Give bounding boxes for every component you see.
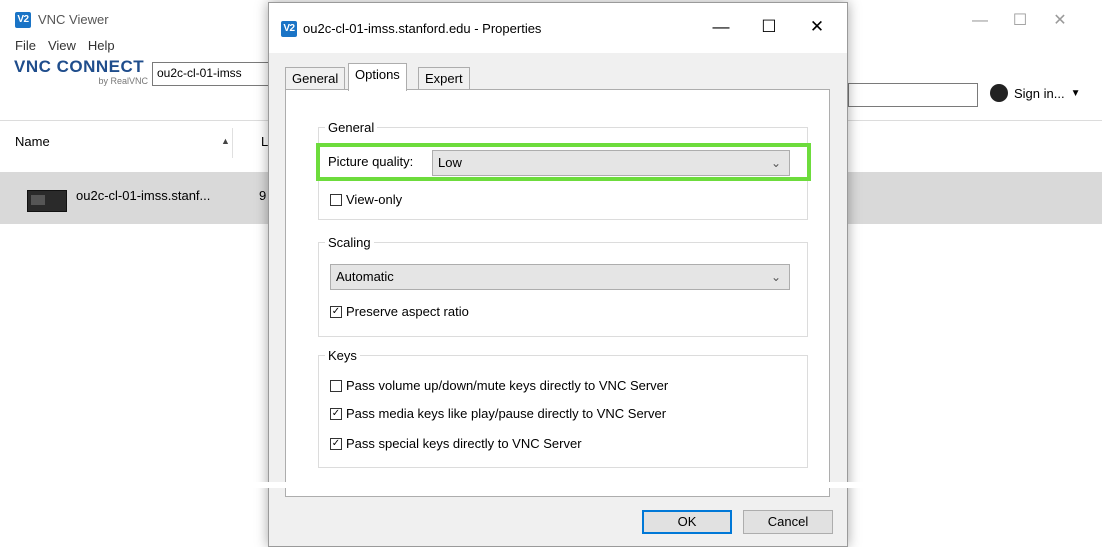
brand-name: VNC CONNECT: [14, 57, 145, 76]
main-close-button[interactable]: ✕: [1040, 10, 1080, 30]
menu-help[interactable]: Help: [88, 38, 115, 53]
connection-thumbnail-icon: [27, 190, 67, 212]
menu-bar: File View Help: [15, 38, 127, 53]
preserve-aspect-label: Preserve aspect ratio: [346, 304, 469, 319]
picture-quality-highlight: [316, 143, 811, 181]
sort-ascending-icon: ▲: [221, 136, 230, 146]
keys-option-media[interactable]: ✓ Pass media keys like play/pause direct…: [330, 406, 666, 421]
view-only-label: View-only: [346, 192, 403, 207]
menu-file[interactable]: File: [15, 38, 36, 53]
connection-extra-value: 9: [259, 188, 267, 203]
column-header-name[interactable]: Name: [15, 134, 50, 149]
chevron-down-icon: ⌄: [770, 270, 781, 284]
dialog-minimize-button[interactable]: —: [697, 17, 745, 37]
keys-option-special[interactable]: ✓ Pass special keys directly to VNC Serv…: [330, 436, 582, 451]
ok-button[interactable]: OK: [642, 510, 732, 534]
main-window-controls: — ☐ ✕: [960, 10, 1080, 30]
preserve-aspect-checkbox[interactable]: ✓ Preserve aspect ratio: [330, 304, 469, 319]
keys-group-legend: Keys: [328, 348, 357, 363]
sign-in-label: Sign in...: [1014, 85, 1065, 101]
vnc-viewer-logo-icon: V2: [15, 12, 31, 28]
cancel-button[interactable]: Cancel: [743, 510, 833, 534]
tab-general[interactable]: General: [285, 67, 346, 90]
keys-option-special-box[interactable]: ✓: [330, 437, 342, 450]
view-only-checkbox[interactable]: View-only: [330, 192, 402, 207]
keys-option-media-label: Pass media keys like play/pause directly…: [346, 406, 667, 421]
keys-option-volume-box[interactable]: [330, 379, 342, 392]
main-minimize-button[interactable]: —: [960, 12, 1000, 30]
screenshot-crop-strip: [0, 482, 890, 488]
keys-option-volume-label: Pass volume up/down/mute keys directly t…: [346, 378, 669, 393]
keys-option-special-label: Pass special keys directly to VNC Server: [346, 436, 582, 451]
connection-name: ou2c-cl-01-imss.stanf...: [76, 188, 211, 203]
general-group-legend: General: [328, 120, 375, 135]
scaling-group-legend: Scaling: [328, 235, 371, 250]
brand-subtitle: by RealVNC: [98, 76, 148, 86]
main-maximize-button[interactable]: ☐: [1000, 10, 1040, 30]
address-input-right-part[interactable]: [848, 83, 978, 107]
view-only-checkbox-box[interactable]: [330, 193, 342, 206]
keys-option-media-box[interactable]: ✓: [330, 407, 342, 420]
dialog-close-button[interactable]: ✕: [793, 17, 841, 37]
column-separator[interactable]: [232, 128, 233, 158]
tab-options[interactable]: Options: [348, 63, 407, 91]
scaling-value: Automatic: [336, 269, 394, 284]
scaling-select[interactable]: Automatic ⌄: [330, 264, 790, 290]
sign-in-button[interactable]: Sign in... ▼: [990, 84, 1081, 102]
dropdown-arrow-icon: ▼: [1070, 87, 1081, 99]
dialog-window-controls: — ☐ ✕: [697, 17, 841, 37]
dialog-maximize-button[interactable]: ☐: [745, 17, 793, 37]
tab-expert[interactable]: Expert: [418, 67, 470, 90]
preserve-aspect-checkbox-box[interactable]: ✓: [330, 305, 342, 318]
dialog-title: ou2c-cl-01-imss.stanford.edu - Propertie…: [303, 21, 542, 36]
vnc-connect-logo: VNC CONNECT by RealVNC: [14, 58, 154, 87]
user-avatar-icon: [990, 84, 1008, 102]
keys-option-volume[interactable]: Pass volume up/down/mute keys directly t…: [330, 378, 668, 393]
menu-view[interactable]: View: [48, 38, 76, 53]
properties-dialog: V2 ou2c-cl-01-imss.stanford.edu - Proper…: [268, 2, 848, 547]
dialog-logo-icon: V2: [281, 21, 297, 37]
main-window-title: VNC Viewer: [38, 12, 109, 27]
